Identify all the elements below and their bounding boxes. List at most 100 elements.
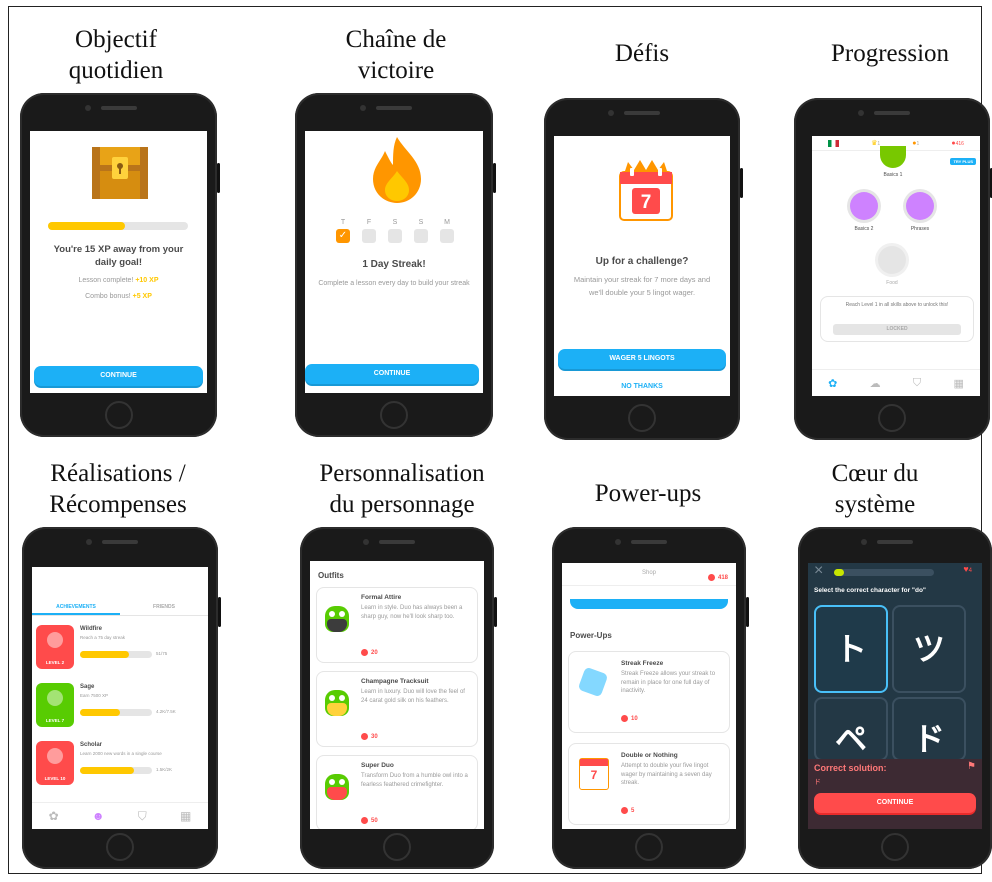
- speaker-icon: [874, 111, 910, 115]
- day-checked-icon: ✓: [336, 229, 350, 243]
- achievement-value: 1.5K/2K: [156, 767, 173, 772]
- streak-icon: ●1: [912, 139, 920, 147]
- camera-icon: [360, 105, 366, 111]
- learn-icon[interactable]: ✿: [828, 377, 837, 390]
- streak-week: T F S S M ✓: [335, 219, 455, 243]
- powerup-card[interactable]: 7 Double or Nothing Attempt to double your…: [568, 743, 730, 825]
- tab-friends[interactable]: FRIENDS: [120, 601, 208, 615]
- combo-bonus-line: Combo bonus! +5 XP: [30, 293, 207, 300]
- shield-icon[interactable]: ⛉: [913, 377, 921, 390]
- powerup-price: 10: [621, 710, 638, 728]
- achievement-title: Wildfire: [80, 626, 102, 632]
- close-icon[interactable]: ×: [814, 563, 823, 580]
- skill-phrases-icon[interactable]: [906, 192, 934, 220]
- camera-icon: [861, 539, 867, 545]
- italy-flag-icon: [828, 139, 840, 147]
- achievement-row[interactable]: LEVEL 7 Sage Earn 7500 XP 4.2K/7.5K: [36, 683, 204, 733]
- flame-icon: [373, 137, 421, 203]
- gem-icon: [361, 817, 368, 825]
- ice-cube-icon: [577, 666, 609, 698]
- tabs: ACHIEVEMENTS FRIENDS: [32, 601, 208, 616]
- home-button: [635, 833, 663, 861]
- camera-icon: [608, 110, 614, 116]
- gem-icon: [621, 807, 628, 815]
- continue-button[interactable]: CONTINUE: [305, 364, 479, 384]
- shield-icon[interactable]: ⛉: [138, 809, 147, 824]
- profile-icon[interactable]: ☻: [92, 809, 105, 823]
- screen: × ♥4 Select the correct character for "d…: [808, 563, 982, 829]
- outfit-desc: Transform Duo from a humble owl into a f…: [361, 773, 468, 788]
- outfit-card[interactable]: Champagne Tracksuit Learn in luxury. Duo …: [316, 671, 478, 747]
- powerup-title: Streak Freeze: [621, 660, 664, 667]
- screen: Shop 418 Power-Ups Streak Freeze Streak F…: [562, 563, 736, 829]
- gem-count: 418: [707, 569, 728, 587]
- calendar-fire-icon: 7: [619, 160, 673, 221]
- learn-icon[interactable]: ✿: [49, 809, 59, 823]
- camera-icon: [858, 110, 864, 116]
- outfit-card[interactable]: Super Duo Transform Duo from a humble owl…: [316, 755, 478, 829]
- speaker-icon: [100, 106, 137, 110]
- heart-count: 4: [968, 568, 972, 574]
- achievement-desc: Reach a 75 day streak: [80, 635, 126, 640]
- shop-icon[interactable]: ▦: [953, 377, 963, 390]
- hearts-counter: ♥4: [963, 564, 972, 574]
- gem-icon: [621, 715, 628, 723]
- shop-header: Shop 418: [562, 563, 736, 586]
- phone-core-system: × ♥4 Select the correct character for "d…: [798, 527, 992, 869]
- camera-icon: [363, 539, 369, 545]
- speaker-icon: [624, 111, 660, 115]
- combo-xp: +5 XP: [132, 293, 152, 300]
- outfits-heading: Outfits: [318, 571, 344, 580]
- lesson-xp: +10 XP: [135, 277, 159, 284]
- powerup-card[interactable]: Streak Freeze Streak Freeze allows your s…: [568, 651, 730, 733]
- treasure-chest-icon: [92, 147, 148, 199]
- tab-achievements[interactable]: ACHIEVEMENTS: [32, 601, 120, 615]
- skill-basics1-icon[interactable]: [880, 146, 906, 168]
- continue-button[interactable]: CONTINUE: [814, 793, 976, 813]
- calendar-icon: 7: [579, 758, 609, 790]
- screen: 7 Up for a challenge? Maintain your stre…: [554, 136, 730, 396]
- outfit-price: 30: [361, 728, 378, 746]
- caption-achievements: Réalisations / Récompenses: [49, 460, 187, 518]
- gem-icon: [707, 574, 715, 582]
- prompt: Select the correct character for "do": [814, 587, 927, 594]
- outfit-title: Champagne Tracksuit: [361, 678, 429, 685]
- lesson-complete-line: Lesson complete! +10 XP: [30, 277, 207, 284]
- skill-food-icon[interactable]: [878, 246, 906, 274]
- achievement-badge: LEVEL 2: [36, 625, 74, 669]
- home-button: [878, 404, 906, 432]
- outfit-title: Super Duo: [361, 762, 394, 769]
- speaker-icon: [379, 540, 415, 544]
- profile-icon[interactable]: ☁: [870, 377, 881, 390]
- locked-text: Reach Level 1 in all skills above to unl…: [845, 302, 949, 308]
- streak-headline: 1 Day Streak!: [362, 259, 426, 270]
- day-box: [440, 229, 454, 243]
- achievement-row[interactable]: LEVEL 10 Scholar Learn 2000 new words in a…: [36, 741, 204, 791]
- outfit-desc: Learn in style. Duo has always been a sh…: [361, 605, 463, 620]
- skill-basics2-icon[interactable]: [850, 192, 878, 220]
- caption-challenges: Défis: [614, 40, 670, 67]
- choice-do[interactable]: ド: [892, 697, 966, 761]
- no-thanks-button[interactable]: NO THANKS: [554, 383, 730, 390]
- outfit-card[interactable]: Formal Attire Learn in style. Duo has alw…: [316, 587, 478, 663]
- achievement-row[interactable]: LEVEL 2 Wildfire Reach a 75 day streak 51/7…: [36, 625, 204, 675]
- choice-to[interactable]: ト: [814, 605, 888, 693]
- home-button: [383, 833, 411, 861]
- shop-icon[interactable]: ▦: [180, 809, 191, 823]
- outfit-title: Formal Attire: [361, 594, 402, 601]
- camera-icon: [86, 539, 92, 545]
- try-plus-badge[interactable]: TRY PLUS: [950, 158, 976, 165]
- caption-core-system: Cœur du système: [831, 460, 919, 518]
- combo-bonus-label: Combo bonus!: [85, 293, 131, 300]
- wager-button[interactable]: WAGER 5 LINGOTS: [558, 349, 726, 369]
- continue-button[interactable]: CONTINUE: [34, 366, 203, 386]
- choice-tsu[interactable]: ツ: [892, 605, 966, 693]
- flag-icon[interactable]: ⚑: [967, 761, 976, 772]
- daily-goal-headline: You're 15 XP away from your daily goal!: [53, 244, 184, 268]
- solution-panel: Correct solution: ⚑ ド CONTINUE: [808, 759, 982, 829]
- choice-pe[interactable]: ペ: [814, 697, 888, 761]
- speaker-icon: [877, 540, 913, 544]
- badge-icon: [47, 690, 63, 706]
- achievement-progress: [80, 651, 152, 658]
- day-box: [414, 229, 428, 243]
